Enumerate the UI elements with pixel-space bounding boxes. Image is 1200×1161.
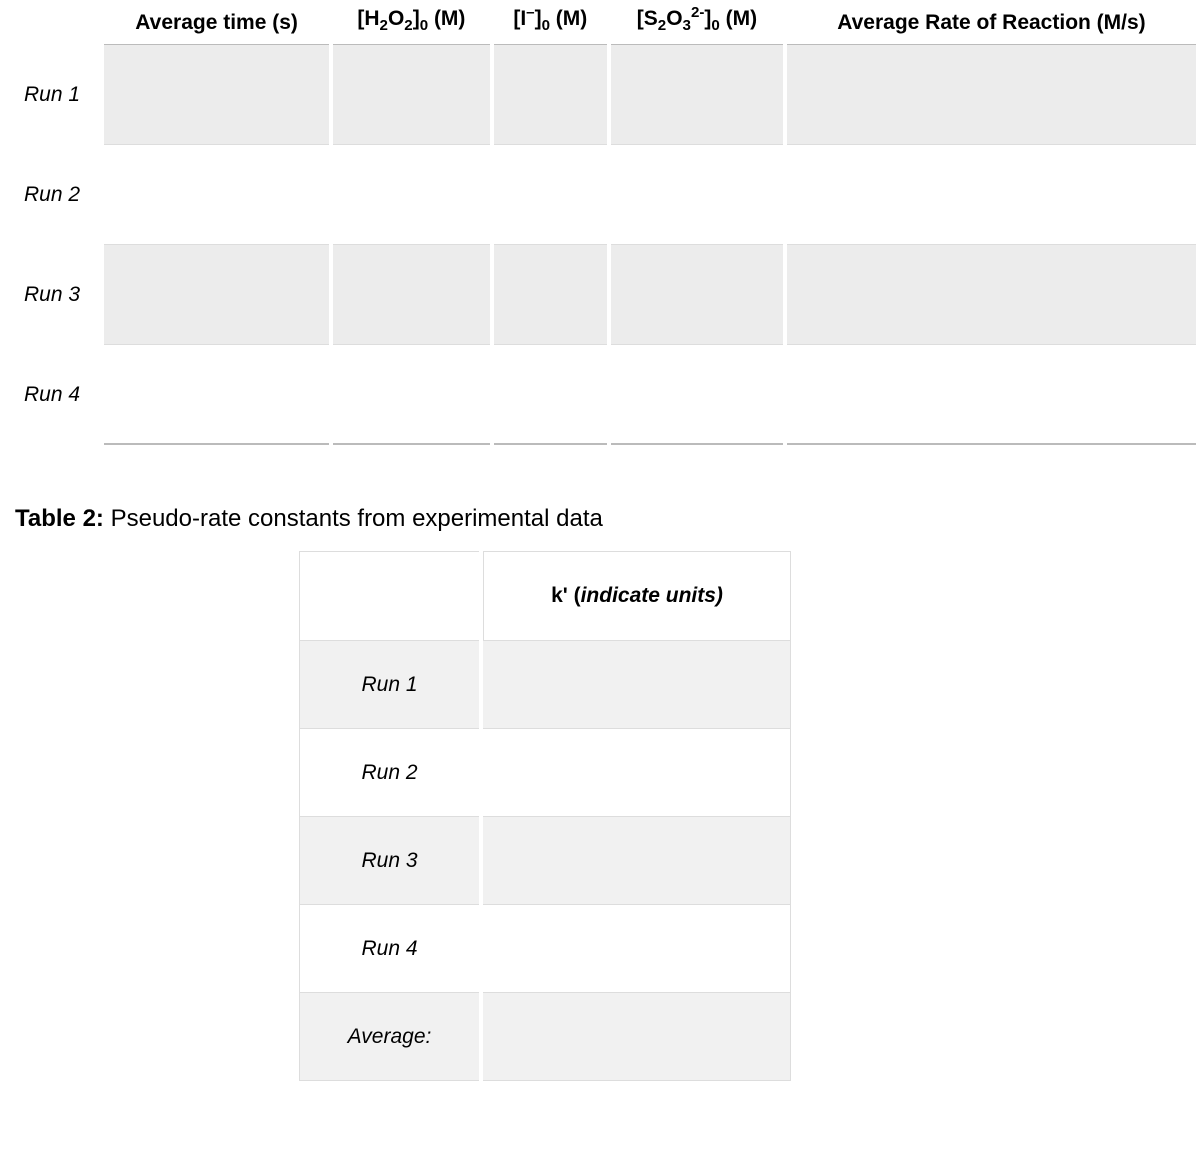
table1-header-iodide: [I–]0 (M) [494, 0, 607, 45]
pseudo-rate-constants-table: k' (indicate units) Run 1 Run 2 Run 3 Ru… [295, 551, 795, 1081]
table2-row2-k [483, 729, 791, 817]
table1-row3-label: Run 3 [4, 245, 100, 345]
table2-row1-label: Run 1 [299, 641, 479, 729]
table1-row-2: Run 2 [4, 145, 1196, 245]
table1-row3-avgtime [104, 245, 329, 345]
table2-row-avg-k [483, 993, 791, 1081]
table1-row-1: Run 1 [4, 45, 1196, 145]
table1-header-blank [4, 0, 100, 45]
experimental-data-table: Average time (s) [H2O2]0 (M) [I–]0 (M) [… [0, 0, 1200, 445]
table1-row-4: Run 4 [4, 345, 1196, 445]
table1-row1-i [494, 45, 607, 145]
table1-row1-h2o2 [333, 45, 489, 145]
table1-row3-i [494, 245, 607, 345]
table1-row4-rate [787, 345, 1196, 445]
table2-row-3: Run 3 [299, 817, 791, 905]
table1-row4-avgtime [104, 345, 329, 445]
table2-caption-bold: Table 2: [15, 505, 104, 532]
table1-row2-avgtime [104, 145, 329, 245]
table2-row3-label: Run 3 [299, 817, 479, 905]
table1-header-avg-time: Average time (s) [104, 0, 329, 45]
table1-row1-label: Run 1 [4, 45, 100, 145]
table1-row4-s2o3 [611, 345, 783, 445]
table1-row3-s2o3 [611, 245, 783, 345]
table2-row-average: Average: [299, 993, 791, 1081]
table2-row1-k [483, 641, 791, 729]
table1-row2-rate [787, 145, 1196, 245]
table1-row1-rate [787, 45, 1196, 145]
table1-header-rate: Average Rate of Reaction (M/s) [787, 0, 1196, 45]
table1-row2-h2o2 [333, 145, 489, 245]
table1-row1-s2o3 [611, 45, 783, 145]
table2-row-avg-label: Average: [299, 993, 479, 1081]
table1-row4-h2o2 [333, 345, 489, 445]
table1-header-h2o2: [H2O2]0 (M) [333, 0, 489, 45]
table2-caption: Table 2: Pseudo-rate constants from expe… [15, 505, 1185, 533]
table1-row1-avgtime [104, 45, 329, 145]
table1-row2-label: Run 2 [4, 145, 100, 245]
table1-row3-rate [787, 245, 1196, 345]
table1-header-thiosulfate: [S2O32-]0 (M) [611, 0, 783, 45]
table2-header-k: k' (indicate units) [483, 551, 791, 641]
table2-row-2: Run 2 [299, 729, 791, 817]
table2-row-1: Run 1 [299, 641, 791, 729]
table2-row3-k [483, 817, 791, 905]
table2-row4-k [483, 905, 791, 993]
table1-row4-i [494, 345, 607, 445]
table1-row2-s2o3 [611, 145, 783, 245]
table2-row4-label: Run 4 [299, 905, 479, 993]
table2-caption-rest: Pseudo-rate constants from experimental … [104, 505, 603, 532]
table2-header-blank [299, 551, 479, 641]
table1-row-3: Run 3 [4, 245, 1196, 345]
table2-row2-label: Run 2 [299, 729, 479, 817]
table1-row2-i [494, 145, 607, 245]
table1-row4-label: Run 4 [4, 345, 100, 445]
table1-row3-h2o2 [333, 245, 489, 345]
table2-row-4: Run 4 [299, 905, 791, 993]
